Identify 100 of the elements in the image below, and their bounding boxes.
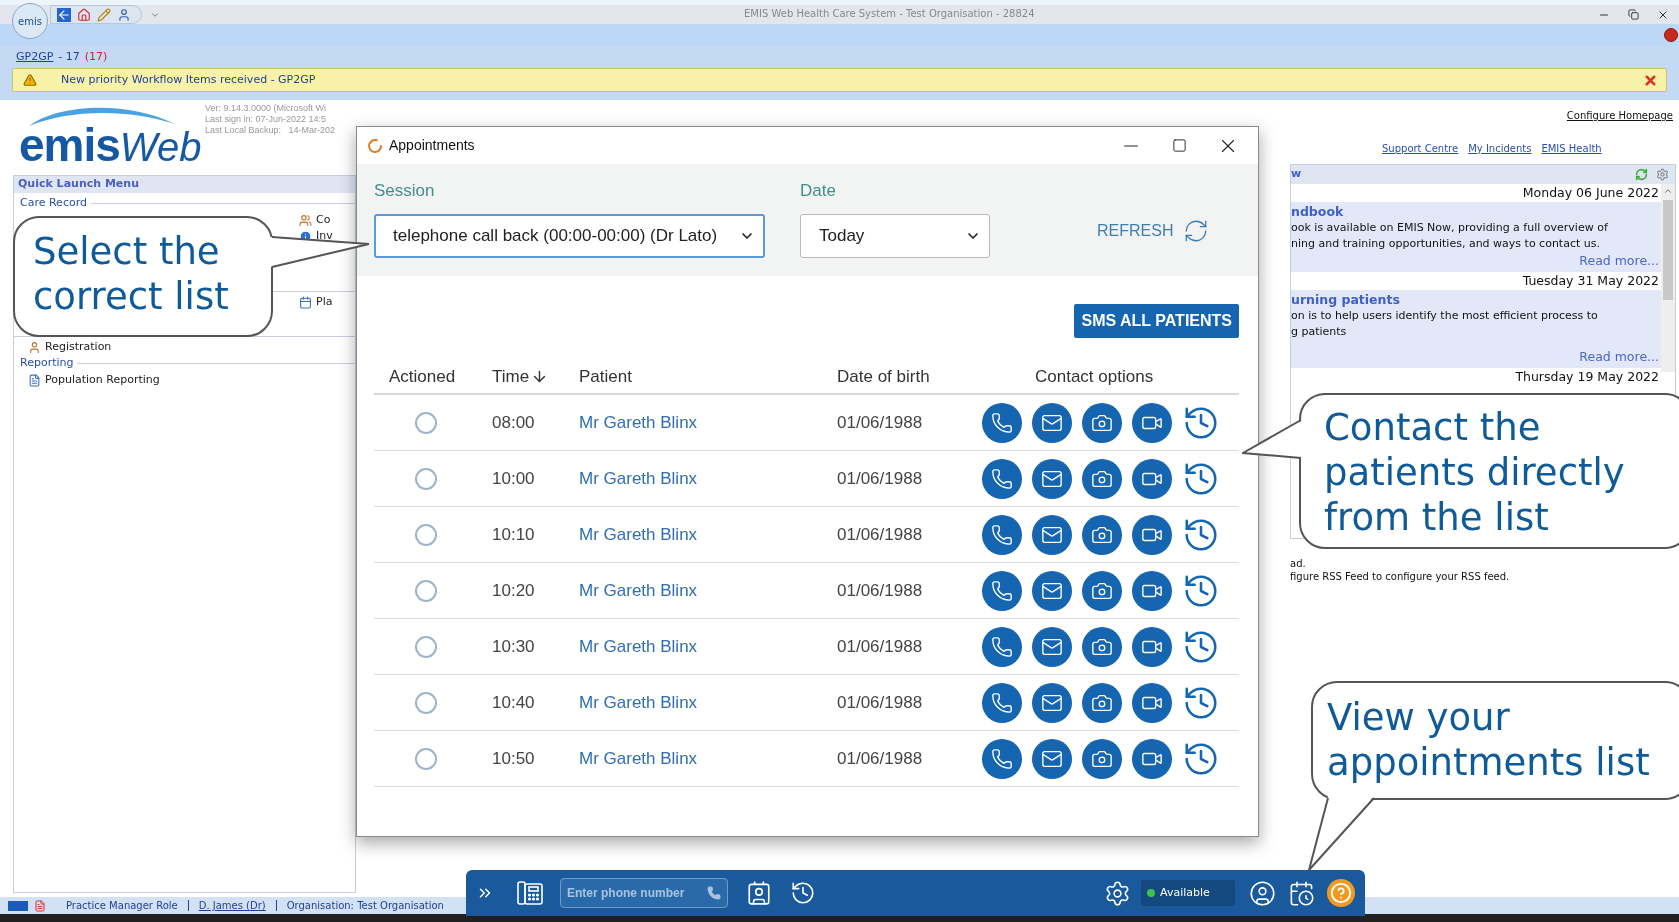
- phone-icon: [991, 523, 1013, 546]
- role-label: Practice Manager Role: [66, 899, 178, 913]
- photo-button[interactable]: [1082, 458, 1122, 499]
- video-call-button[interactable]: [1132, 458, 1172, 499]
- patient-link[interactable]: Mr Gareth Blinx: [579, 689, 837, 716]
- phone-number-field[interactable]: Enter phone number: [560, 878, 728, 908]
- column-header: Patient: [579, 365, 632, 388]
- dob-cell-text: 01/06/1988: [837, 523, 924, 546]
- dob-cell-text: 01/06/1988: [837, 467, 924, 490]
- app-orb-button[interactable]: emis: [12, 3, 48, 39]
- email-button[interactable]: [1032, 738, 1072, 779]
- unread-count: (17): [84, 48, 108, 65]
- photo-button[interactable]: [1082, 570, 1122, 611]
- patient-link[interactable]: Mr Gareth Blinx: [579, 745, 837, 772]
- user-link[interactable]: D. James (Dr): [198, 898, 266, 913]
- menu-item[interactable]: Population Reporting: [28, 371, 160, 389]
- patient-link[interactable]: Mr Gareth Blinx: [579, 409, 837, 436]
- scrollbar[interactable]: [1661, 184, 1675, 372]
- column-header[interactable]: Time: [492, 363, 549, 390]
- call-button[interactable]: [982, 682, 1022, 723]
- email-button[interactable]: [1032, 514, 1072, 555]
- people-icon: [299, 213, 312, 227]
- news-text: on is to help users identify the most efficient process to: [1291, 308, 1599, 324]
- gp2gp-link[interactable]: GP2GP: [16, 48, 54, 65]
- call-button[interactable]: [982, 626, 1022, 667]
- time-cell-text: 10:00: [492, 467, 536, 490]
- actioned-radio[interactable]: [415, 523, 437, 546]
- email-button[interactable]: [1032, 402, 1072, 443]
- error-icon[interactable]: [1664, 28, 1678, 42]
- photo-button[interactable]: [1082, 402, 1122, 443]
- refresh-button[interactable]: REFRESH: [1097, 218, 1210, 244]
- desk-phone-icon[interactable]: [516, 880, 544, 906]
- restore-icon[interactable]: [1628, 9, 1639, 20]
- video-call-button[interactable]: [1132, 514, 1172, 555]
- contacts-icon[interactable]: [746, 880, 772, 906]
- actioned-radio[interactable]: [415, 579, 437, 602]
- actioned-radio[interactable]: [415, 467, 437, 490]
- news-text: g patients: [1291, 324, 1348, 340]
- news-title[interactable]: ndbook: [1291, 204, 1661, 220]
- call-button[interactable]: [982, 514, 1022, 555]
- dialog-title: Appointments: [389, 136, 475, 155]
- video-call-button[interactable]: [1132, 682, 1172, 723]
- video-call-button[interactable]: [1132, 570, 1172, 611]
- menu-item[interactable]: Pla: [299, 293, 333, 311]
- email-button[interactable]: [1032, 458, 1072, 499]
- actioned-radio[interactable]: [415, 747, 437, 770]
- sms-all-button[interactable]: SMS ALL PATIENTS: [1074, 304, 1239, 338]
- video-call-button[interactable]: [1132, 738, 1172, 779]
- photo-button[interactable]: [1082, 514, 1122, 555]
- call-button[interactable]: [982, 570, 1022, 611]
- email-button[interactable]: [1032, 570, 1072, 611]
- support-link[interactable]: EMIS Health: [1541, 141, 1602, 156]
- actioned-radio[interactable]: [415, 691, 437, 714]
- patient-link[interactable]: Mr Gareth Blinx: [579, 465, 837, 492]
- person-icon[interactable]: [117, 7, 131, 22]
- news-date: Thursday 19 May 2022: [1515, 368, 1660, 386]
- email-button[interactable]: [1032, 682, 1072, 723]
- window-title: EMIS Web Health Care System - Test Organisation - 28824: [744, 7, 1035, 21]
- help-icon[interactable]: [1327, 879, 1355, 907]
- call-button[interactable]: [982, 458, 1022, 499]
- video-call-button[interactable]: [1132, 626, 1172, 667]
- call-button[interactable]: [982, 738, 1022, 779]
- call-button[interactable]: [982, 402, 1022, 443]
- photo-button[interactable]: [1082, 626, 1122, 667]
- calendar-clock-icon[interactable]: [1288, 879, 1315, 907]
- maximize-icon[interactable]: [1172, 138, 1187, 153]
- photo-button[interactable]: [1082, 682, 1122, 723]
- history-icon[interactable]: [790, 880, 816, 906]
- patient-link[interactable]: Mr Gareth Blinx: [579, 521, 837, 548]
- actioned-radio[interactable]: [415, 411, 437, 434]
- patient-link[interactable]: Mr Gareth Blinx: [579, 633, 837, 660]
- nhs-logo-icon: [8, 900, 28, 911]
- settings-icon[interactable]: [1104, 879, 1131, 907]
- user-icon[interactable]: [1249, 879, 1276, 907]
- loading-icon: [367, 137, 383, 154]
- patient-link[interactable]: Mr Gareth Blinx: [579, 577, 837, 604]
- read-more-link[interactable]: Read more...: [1579, 348, 1661, 366]
- panel-title: w: [1291, 166, 1302, 183]
- photo-button[interactable]: [1082, 738, 1122, 779]
- person-icon: [28, 340, 41, 354]
- configure-link[interactable]: Configure Homepage: [1566, 108, 1676, 123]
- date-select[interactable]: Today: [800, 213, 990, 258]
- scroll-up-icon[interactable]: [1663, 186, 1673, 196]
- support-link[interactable]: My Incidents: [1468, 141, 1532, 156]
- video-call-button[interactable]: [1132, 402, 1172, 443]
- news-text: ook is available on EMIS Now, providing a full overview of: [1291, 220, 1609, 236]
- news-title[interactable]: urning patients: [1291, 292, 1661, 308]
- menu-item[interactable]: Registration: [28, 338, 112, 356]
- rss-message: ad.: [1290, 557, 1307, 570]
- time-cell-text: 10:40: [492, 691, 536, 714]
- scrollbar-thumb[interactable]: [1663, 200, 1673, 300]
- actioned-radio[interactable]: [415, 635, 437, 658]
- support-link[interactable]: Support Centre: [1382, 141, 1459, 156]
- email-button[interactable]: [1032, 626, 1072, 667]
- status-selector[interactable]: Available: [1141, 880, 1235, 906]
- session-select[interactable]: telephone call back (00:00-00:00) (Dr Lato): [374, 213, 765, 258]
- menu-item[interactable]: Co: [299, 211, 331, 229]
- back-icon[interactable]: [57, 7, 71, 22]
- home-icon[interactable]: [77, 7, 91, 22]
- read-more-link[interactable]: Read more...: [1579, 252, 1661, 270]
